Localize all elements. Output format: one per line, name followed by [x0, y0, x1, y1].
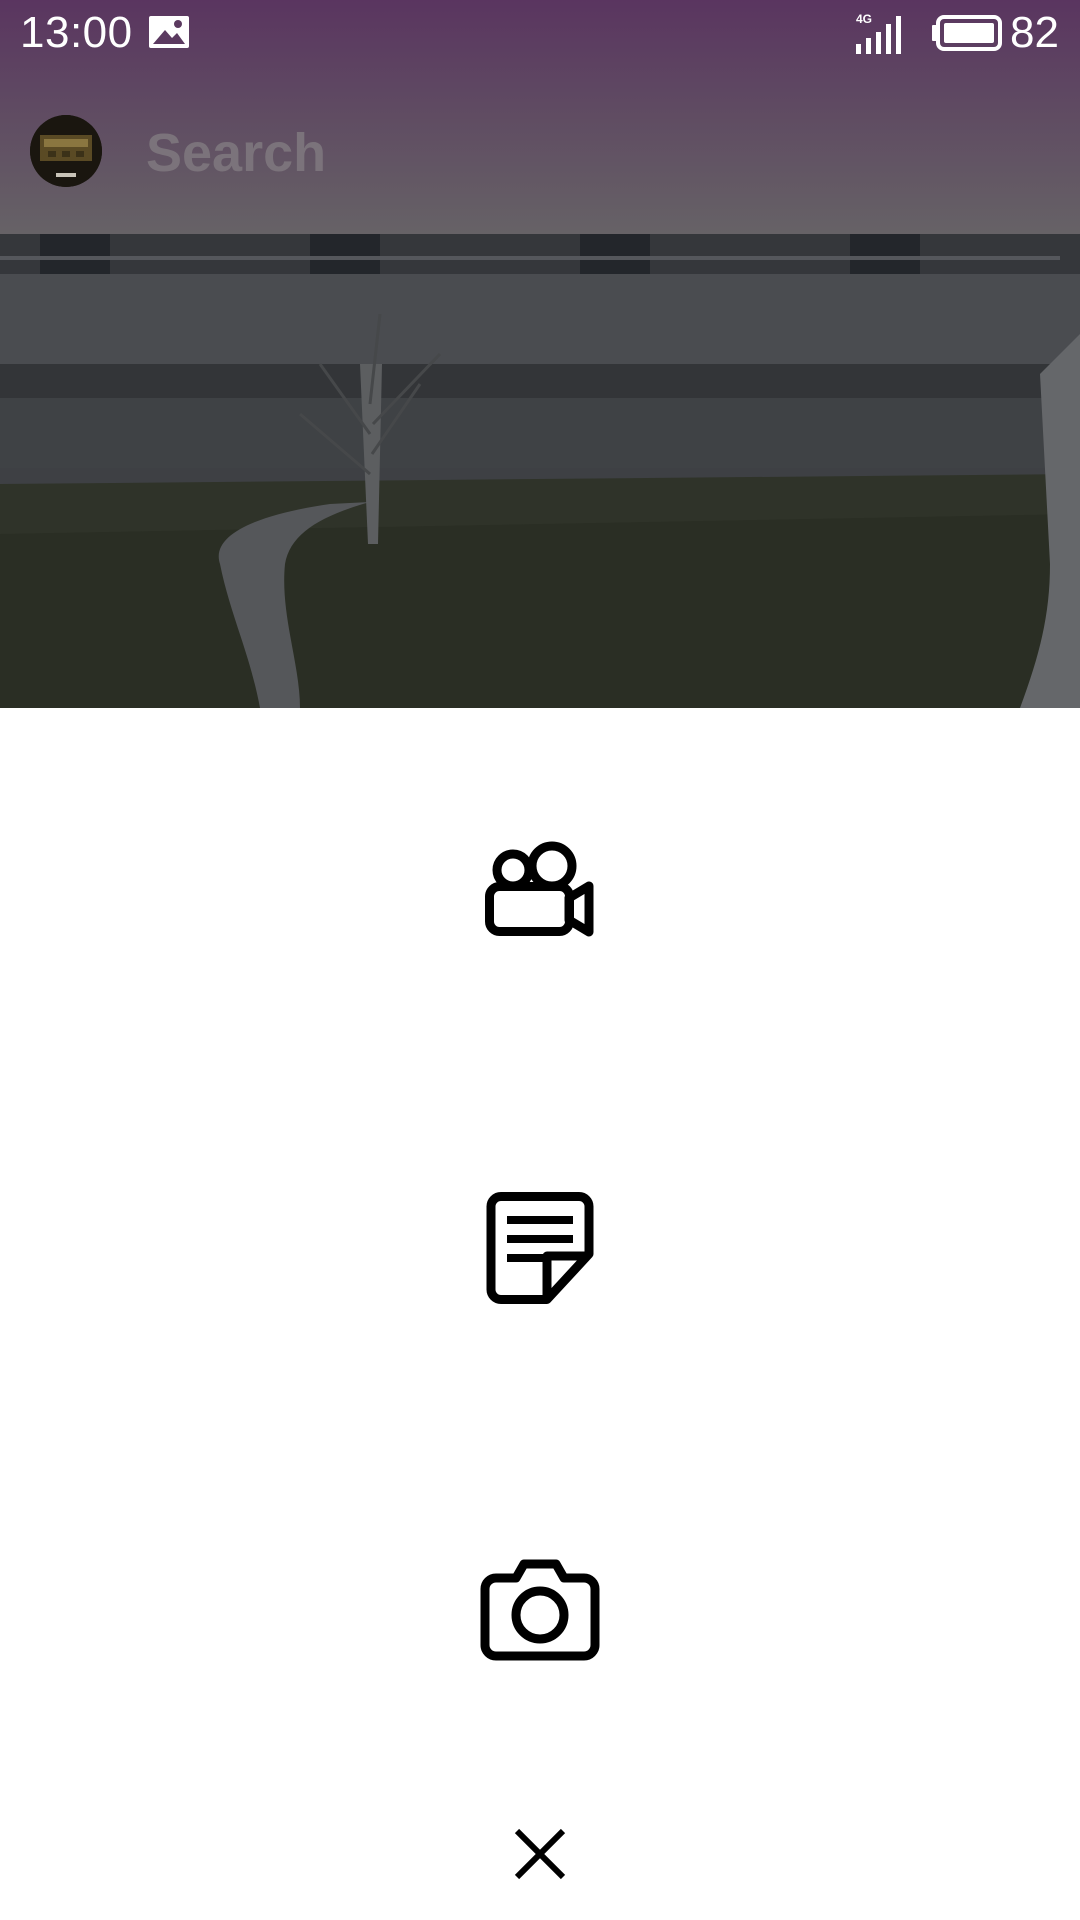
record-video-button[interactable] — [440, 788, 640, 988]
avatar[interactable] — [30, 115, 102, 187]
gallery-icon — [149, 16, 189, 48]
video-camera-icon — [485, 841, 594, 937]
write-note-button[interactable] — [440, 1148, 640, 1348]
network-type-label: 4G — [856, 12, 872, 26]
battery-icon — [932, 15, 1002, 51]
close-button[interactable] — [440, 1754, 640, 1920]
avatar-image — [30, 115, 102, 187]
search-input[interactable] — [146, 118, 1026, 188]
dimmed-background[interactable]: 13:00 4G 82 — [0, 0, 1080, 708]
close-icon — [514, 1828, 566, 1880]
take-photo-button[interactable] — [440, 1508, 640, 1708]
background-photo — [0, 234, 1080, 708]
status-bar: 13:00 4G 82 — [0, 0, 1080, 66]
screen: 13:00 4G 82 — [0, 0, 1080, 1920]
action-sheet — [0, 708, 1080, 1920]
status-time: 13:00 — [20, 8, 133, 57]
note-icon — [486, 1192, 594, 1304]
battery-percentage: 82 — [1010, 8, 1059, 57]
camera-icon — [480, 1559, 600, 1661]
signal-icon: 4G — [856, 12, 901, 54]
